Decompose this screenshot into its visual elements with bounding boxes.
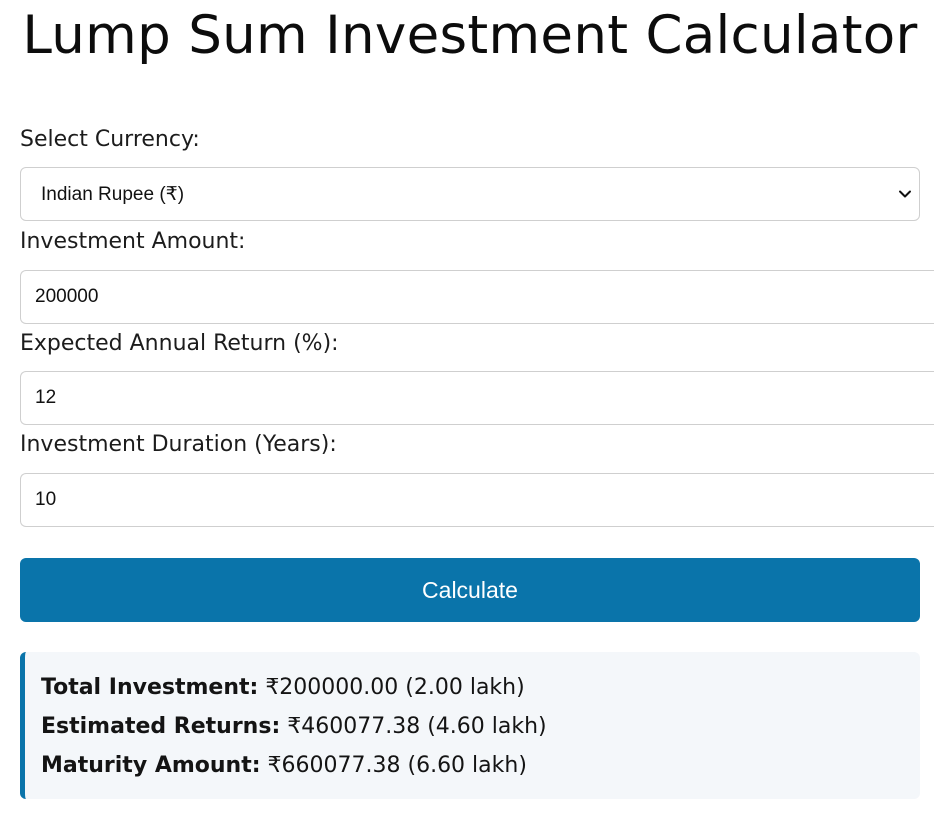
total-investment-row: Total Investment: ₹200000.00 (2.00 lakh) — [41, 668, 920, 707]
results-panel: Total Investment: ₹200000.00 (2.00 lakh)… — [20, 652, 920, 799]
currency-label: Select Currency: — [20, 127, 200, 152]
duration-label: Investment Duration (Years): — [20, 432, 337, 457]
duration-input[interactable]: 10 — [20, 473, 934, 527]
amount-input[interactable]: 200000 — [20, 270, 934, 324]
total-investment-label: Total Investment: — [41, 675, 259, 700]
duration-input-value: 10 — [35, 489, 57, 510]
maturity-amount-value: ₹660077.38 (6.60 lakh) — [267, 753, 527, 778]
return-input-value: 12 — [35, 387, 57, 408]
amount-label: Investment Amount: — [20, 229, 246, 254]
total-investment-value: ₹200000.00 (2.00 lakh) — [265, 675, 525, 700]
return-label: Expected Annual Return (%): — [20, 331, 339, 356]
maturity-amount-label: Maturity Amount: — [41, 753, 261, 778]
maturity-amount-row: Maturity Amount: ₹660077.38 (6.60 lakh) — [41, 746, 920, 785]
amount-input-value: 200000 — [35, 286, 99, 307]
calculate-button[interactable]: Calculate — [20, 558, 920, 622]
page-title: Lump Sum Investment Calculator — [22, 5, 918, 66]
estimated-returns-row: Estimated Returns: ₹460077.38 (4.60 lakh… — [41, 707, 920, 746]
currency-select-value: Indian Rupee (₹) — [41, 183, 185, 205]
return-input[interactable]: 12 — [20, 371, 934, 425]
currency-select[interactable]: Indian Rupee (₹) — [20, 167, 920, 221]
calculator-page: Lump Sum Investment Calculator Select Cu… — [0, 0, 934, 826]
estimated-returns-value: ₹460077.38 (4.60 lakh) — [287, 714, 547, 739]
estimated-returns-label: Estimated Returns: — [41, 714, 281, 739]
chevron-down-icon — [899, 190, 911, 198]
